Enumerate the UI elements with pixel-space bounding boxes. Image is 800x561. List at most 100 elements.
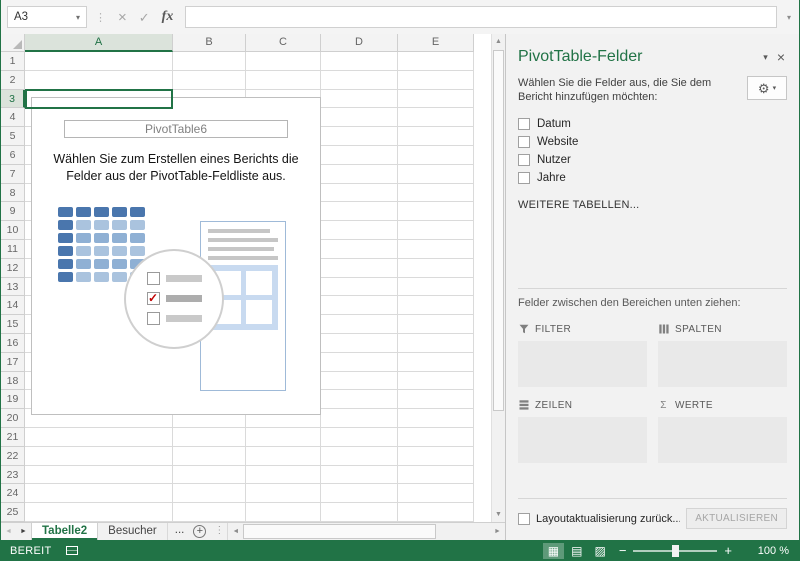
area-dropzone-zeilen[interactable] — [518, 416, 647, 463]
cell-D25[interactable] — [321, 503, 398, 522]
normal-view-icon[interactable]: ▦ — [542, 542, 565, 559]
cell-D12[interactable] — [321, 258, 398, 278]
cell-B21[interactable] — [173, 427, 246, 447]
cell-D7[interactable] — [321, 164, 398, 184]
cell-D9[interactable] — [321, 202, 398, 222]
cell-A2[interactable] — [25, 70, 173, 90]
cell-D18[interactable] — [321, 371, 398, 391]
scroll-down-icon[interactable]: ▼ — [492, 507, 505, 522]
cell-D22[interactable] — [321, 446, 398, 466]
row-header-20[interactable]: 20 — [1, 409, 25, 428]
tab-overflow[interactable]: ... — [168, 523, 192, 540]
column-header-D[interactable]: D — [321, 34, 398, 52]
page-break-view-icon[interactable]: ▨ — [589, 543, 610, 559]
cell-D8[interactable] — [321, 183, 398, 203]
cell-E23[interactable] — [398, 465, 474, 485]
cell-E2[interactable] — [398, 70, 474, 90]
cell-D14[interactable] — [321, 296, 398, 316]
update-button[interactable]: AKTUALISIEREN — [686, 508, 787, 529]
scroll-up-icon[interactable]: ▲ — [492, 34, 505, 49]
cell-D10[interactable] — [321, 221, 398, 240]
row-header-6[interactable]: 6 — [1, 145, 25, 165]
cell-D20[interactable] — [321, 409, 398, 428]
row-header-7[interactable]: 7 — [1, 164, 25, 184]
field-item-website[interactable]: Website — [518, 133, 787, 151]
column-header-A[interactable]: A — [25, 34, 173, 52]
field-checkbox[interactable] — [518, 117, 530, 130]
area-dropzone-spalten[interactable] — [658, 340, 787, 387]
cell-D5[interactable] — [321, 127, 398, 146]
name-box[interactable]: A3 ▾ — [7, 6, 87, 28]
row-header-10[interactable]: 10 — [1, 221, 25, 240]
cell-A23[interactable] — [25, 465, 173, 485]
page-layout-view-icon[interactable]: ▤ — [566, 543, 587, 559]
zoom-in-button[interactable]: + — [717, 544, 739, 557]
cell-E16[interactable] — [398, 333, 474, 353]
tab-nav-left-icon[interactable]: ◄ — [1, 523, 16, 540]
cell-E3[interactable] — [398, 89, 474, 109]
scroll-left-icon[interactable]: ◄ — [228, 523, 243, 540]
cell-E8[interactable] — [398, 183, 474, 203]
cell-C21[interactable] — [246, 427, 321, 447]
field-checkbox[interactable] — [518, 153, 530, 166]
cell-D23[interactable] — [321, 465, 398, 485]
cell-E1[interactable] — [398, 52, 474, 71]
select-all-corner[interactable] — [1, 34, 25, 52]
row-header-2[interactable]: 2 — [1, 70, 25, 90]
cell-D16[interactable] — [321, 333, 398, 353]
column-header-C[interactable]: C — [246, 34, 321, 52]
cell-C2[interactable] — [246, 70, 321, 90]
cell-B24[interactable] — [173, 484, 246, 504]
cell-C1[interactable] — [246, 52, 321, 71]
cell-E5[interactable] — [398, 127, 474, 146]
sheet-tab-besucher[interactable]: Besucher — [98, 523, 168, 540]
cell-E22[interactable] — [398, 446, 474, 466]
cell-D4[interactable] — [321, 108, 398, 128]
cell-E21[interactable] — [398, 427, 474, 447]
tools-button[interactable]: ⚙ ▾ — [747, 76, 787, 100]
field-checkbox[interactable] — [518, 135, 530, 148]
area-dropzone-filter[interactable] — [518, 340, 647, 387]
cell-A25[interactable] — [25, 503, 173, 522]
formula-input[interactable] — [185, 6, 777, 28]
field-item-nutzer[interactable]: Nutzer — [518, 151, 787, 169]
horizontal-scrollbar-thumb[interactable] — [243, 524, 436, 539]
cell-D1[interactable] — [321, 52, 398, 71]
cell-E12[interactable] — [398, 258, 474, 278]
row-header-5[interactable]: 5 — [1, 127, 25, 146]
row-header-22[interactable]: 22 — [1, 446, 25, 466]
cell-D21[interactable] — [321, 427, 398, 447]
row-header-14[interactable]: 14 — [1, 296, 25, 316]
formula-bar-expand-icon[interactable]: ▾ — [785, 13, 793, 22]
cell-E10[interactable] — [398, 221, 474, 240]
scroll-right-icon[interactable]: ► — [490, 523, 505, 540]
cell-E24[interactable] — [398, 484, 474, 504]
cell-C25[interactable] — [246, 503, 321, 522]
insert-function-icon[interactable]: fx — [162, 9, 174, 25]
zoom-slider[interactable] — [633, 544, 718, 557]
field-item-datum[interactable]: Datum — [518, 115, 787, 133]
cell-D17[interactable] — [321, 352, 398, 372]
cell-B22[interactable] — [173, 446, 246, 466]
row-header-16[interactable]: 16 — [1, 333, 25, 353]
row-header-25[interactable]: 25 — [1, 503, 25, 522]
row-header-24[interactable]: 24 — [1, 484, 25, 504]
cell-A21[interactable] — [25, 427, 173, 447]
row-header-1[interactable]: 1 — [1, 52, 25, 71]
row-header-15[interactable]: 15 — [1, 315, 25, 334]
cell-C23[interactable] — [246, 465, 321, 485]
cell-E17[interactable] — [398, 352, 474, 372]
row-header-13[interactable]: 13 — [1, 277, 25, 297]
vertical-scrollbar[interactable]: ▲ ▼ — [491, 34, 505, 522]
cell-A1[interactable] — [25, 52, 173, 71]
pane-options-caret-icon[interactable]: ▾ — [756, 52, 775, 63]
area-dropzone-werte[interactable] — [658, 416, 787, 463]
cell-A22[interactable] — [25, 446, 173, 466]
cell-E14[interactable] — [398, 296, 474, 316]
cell-C24[interactable] — [246, 484, 321, 504]
cell-E25[interactable] — [398, 503, 474, 522]
defer-layout-checkbox[interactable] — [518, 512, 530, 525]
cell-E11[interactable] — [398, 239, 474, 259]
cell-E13[interactable] — [398, 277, 474, 297]
cell-D13[interactable] — [321, 277, 398, 297]
